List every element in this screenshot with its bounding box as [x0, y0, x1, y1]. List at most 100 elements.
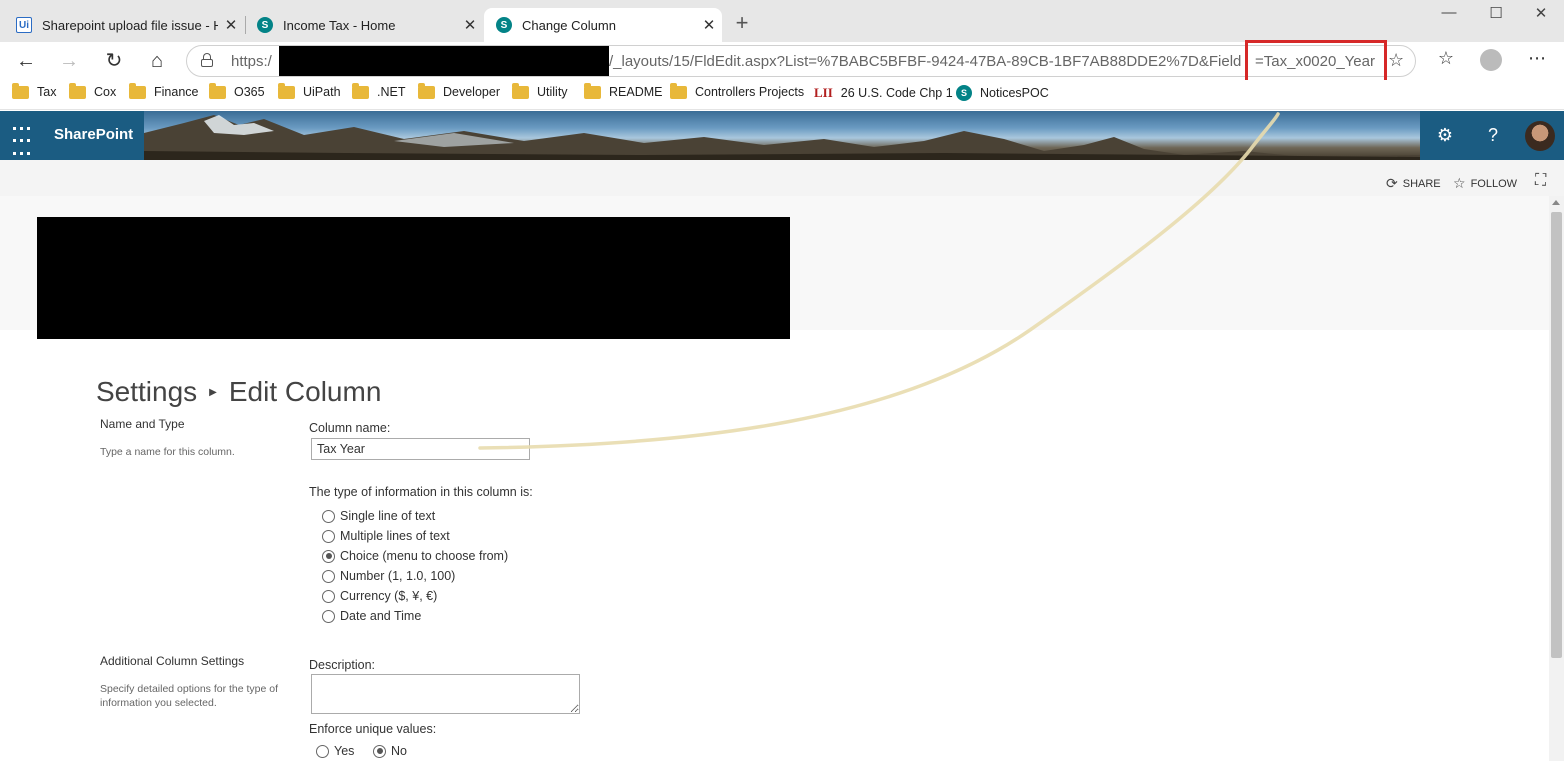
tab-label: Sharepoint upload file issue - He: [42, 17, 218, 33]
help-icon[interactable]: ?: [1469, 111, 1517, 160]
radio-multiple-lines-text[interactable]: Multiple lines of text: [322, 529, 450, 543]
radio-number[interactable]: Number (1, 1.0, 100): [322, 569, 455, 583]
radio-circle[interactable]: [316, 744, 329, 758]
follow-button[interactable]: ☆ FOLLOW: [1453, 175, 1517, 192]
tab-label: Change Column: [522, 17, 616, 33]
url-path: /_layouts/15/FldEdit.aspx?List=%7BABC5BF…: [609, 53, 1242, 70]
radio-unique-no[interactable]: No: [373, 744, 407, 758]
folder-icon: [670, 82, 687, 99]
user-avatar[interactable]: [1525, 121, 1555, 151]
lii-logo-icon: LII: [814, 85, 833, 100]
sharepoint-icon: S: [496, 17, 512, 33]
settings-gear-icon[interactable]: ⚙: [1421, 111, 1469, 160]
refresh-icon[interactable]: ↻: [101, 48, 127, 74]
close-icon[interactable]: ✕: [696, 16, 722, 34]
folder-icon: [584, 82, 601, 99]
breadcrumb-settings-link[interactable]: Settings: [96, 376, 197, 408]
bookmark-tax[interactable]: Tax: [12, 82, 56, 99]
section-desc-name-type: Type a name for this column.: [100, 446, 235, 458]
radio-circle[interactable]: [322, 569, 335, 583]
favorites-icon[interactable]: ☆: [1432, 48, 1460, 69]
page-scrollbar[interactable]: [1549, 196, 1564, 761]
page-action-bar: ⟳ SHARE ☆ FOLLOW ⛶: [0, 160, 1564, 196]
radio-choice[interactable]: Choice (menu to choose from): [322, 549, 508, 563]
radio-single-line-text[interactable]: Single line of text: [322, 509, 435, 523]
bookmark-noticespoc[interactable]: S NoticesPOC: [956, 85, 1049, 101]
column-name-input[interactable]: Tax Year: [311, 438, 530, 460]
scroll-up-icon[interactable]: [1552, 200, 1560, 205]
radio-unique-yes[interactable]: Yes: [316, 744, 354, 758]
minimize-icon[interactable]: —: [1426, 4, 1472, 21]
radio-date-time[interactable]: Date and Time: [322, 609, 421, 623]
section-desc-additional-line1: Specify detailed options for the type of: [100, 683, 279, 695]
type-label: The type of information in this column i…: [309, 485, 533, 499]
radio-circle[interactable]: [322, 589, 335, 603]
url-scheme: https:/: [231, 53, 272, 70]
theme-banner-image: [144, 111, 1420, 160]
bookmark-finance[interactable]: Finance: [129, 82, 198, 99]
bookmarks-bar: Tax Cox Finance O365 UiPath .NET Develop…: [0, 80, 1564, 110]
folder-icon: [512, 82, 529, 99]
mountain-landscape: [144, 115, 1420, 160]
breadcrumb: Settings ▶ Edit Column: [96, 376, 381, 408]
share-icon: ⟳: [1386, 175, 1398, 191]
bookmark-cox[interactable]: Cox: [69, 82, 116, 99]
breadcrumb-arrow-icon: ▶: [209, 386, 217, 398]
radio-circle-checked[interactable]: [373, 744, 386, 758]
folder-icon: [278, 82, 295, 99]
url-highlight-box: [1245, 40, 1387, 84]
bookmark-readme[interactable]: README: [584, 82, 662, 99]
bookmark-us-code[interactable]: LII 26 U.S. Code Chp 1: [814, 85, 953, 101]
share-button[interactable]: ⟳ SHARE: [1386, 175, 1441, 192]
radio-circle[interactable]: [322, 609, 335, 623]
bookmark-o365[interactable]: O365: [209, 82, 265, 99]
maximize-icon[interactable]: ☐: [1473, 4, 1519, 22]
radio-circle[interactable]: [322, 529, 335, 543]
bookmark-utility[interactable]: Utility: [512, 82, 568, 99]
folder-icon: [12, 82, 29, 99]
more-options-icon[interactable]: ⋯: [1523, 48, 1551, 69]
add-favorite-icon[interactable]: ☆: [1388, 50, 1404, 71]
tab-label: Income Tax - Home: [283, 17, 396, 33]
page-title: Edit Column: [228, 376, 382, 407]
folder-icon: [69, 82, 86, 99]
bookmark-dotnet[interactable]: .NET: [352, 82, 405, 99]
bookmark-uipath[interactable]: UiPath: [278, 82, 341, 99]
home-icon[interactable]: ⌂: [144, 48, 170, 74]
section-title-additional: Additional Column Settings: [100, 654, 245, 668]
back-arrow-icon[interactable]: ←: [13, 48, 39, 74]
description-textarea[interactable]: [311, 674, 580, 714]
lock-icon[interactable]: [201, 53, 213, 67]
folder-icon: [352, 82, 369, 99]
window-close-icon[interactable]: ✕: [1518, 4, 1564, 22]
radio-circle-checked[interactable]: [322, 549, 335, 563]
focus-mode-icon[interactable]: ⛶: [1535, 172, 1551, 190]
tab-change-column[interactable]: S Change Column ✕: [484, 8, 722, 42]
forward-arrow-icon[interactable]: →: [56, 48, 82, 74]
sharepoint-icon: S: [956, 85, 972, 101]
folder-icon: [209, 82, 226, 99]
radio-currency[interactable]: Currency ($, ¥, €): [322, 589, 437, 603]
folder-icon: [418, 82, 435, 99]
close-icon[interactable]: ✕: [218, 16, 244, 34]
uipath-icon: Ui: [16, 17, 32, 33]
app-launcher-icon[interactable]: [0, 111, 44, 160]
address-bar[interactable]: https:/ /_layouts/15/FldEdit.aspx?List=%…: [186, 45, 1416, 77]
new-tab-icon[interactable]: +: [730, 10, 754, 36]
bookmark-developer[interactable]: Developer: [418, 82, 500, 99]
tab-income-tax-home[interactable]: S Income Tax - Home ✕: [245, 8, 483, 42]
description-label: Description:: [309, 658, 375, 672]
radio-circle[interactable]: [322, 509, 335, 523]
star-icon: ☆: [1453, 175, 1466, 191]
sharepoint-brand[interactable]: SharePoint: [54, 126, 133, 143]
close-icon[interactable]: ✕: [457, 16, 483, 34]
profile-avatar-icon[interactable]: [1480, 49, 1502, 71]
tab-sharepoint-upload-issue[interactable]: Ui Sharepoint upload file issue - He ✕: [4, 8, 244, 42]
redacted-url-host: [279, 46, 609, 76]
scroll-thumb[interactable]: [1551, 212, 1562, 658]
browser-tab-strip: Ui Sharepoint upload file issue - He ✕ S…: [0, 0, 1564, 42]
unique-values-label: Enforce unique values:: [309, 722, 437, 736]
section-title-name-type: Name and Type: [100, 417, 185, 431]
bookmark-controllers-projects[interactable]: Controllers Projects: [670, 82, 804, 99]
folder-icon: [129, 82, 146, 99]
